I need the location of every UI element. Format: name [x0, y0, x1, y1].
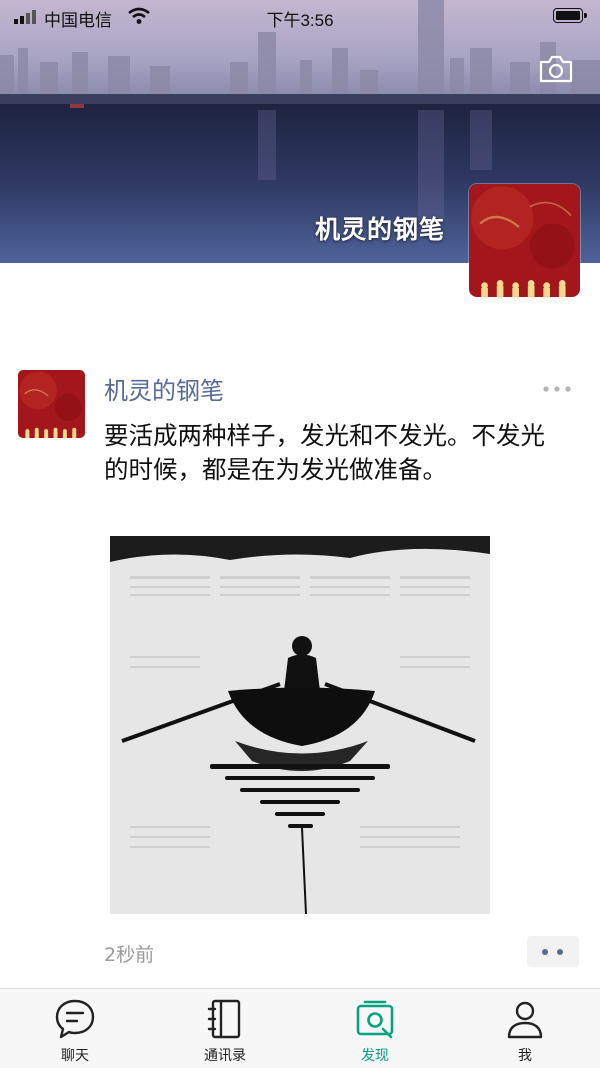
bottom-tab-bar: 聊天 通讯录 发现 我: [0, 988, 600, 1068]
profile-avatar[interactable]: [469, 184, 580, 297]
status-time: 下午3:56: [266, 11, 334, 30]
tab-contacts[interactable]: 通讯录: [150, 989, 300, 1068]
tab-chats[interactable]: 聊天: [0, 989, 150, 1068]
tab-me[interactable]: 我: [450, 989, 600, 1068]
post-text: 要活成两种样子，发光和不发光。不发光的时候，都是在为发光做准备。: [104, 421, 545, 484]
person-icon: [507, 1001, 543, 1039]
tab-label: 我: [518, 1048, 532, 1064]
like-comment-button[interactable]: [527, 936, 579, 967]
post-author-avatar[interactable]: [18, 370, 85, 438]
dot-icon: [542, 949, 548, 955]
post-timestamp: 2秒前: [104, 944, 155, 966]
discover-compass-icon: [356, 1000, 394, 1039]
more-options-icon[interactable]: [542, 385, 572, 393]
battery-icon: [553, 8, 587, 23]
chat-bubble-icon: [55, 999, 95, 1039]
dot-icon: [557, 949, 563, 955]
post-image[interactable]: [110, 536, 490, 914]
avatar-image: [18, 370, 85, 438]
tab-label: 通讯录: [204, 1048, 246, 1064]
tab-label: 发现: [361, 1048, 389, 1064]
status-bar: 中国电信 下午3:56: [0, 0, 600, 34]
tab-discover[interactable]: 发现: [300, 989, 450, 1068]
tab-label: 聊天: [61, 1048, 89, 1064]
profile-name: 机灵的钢笔: [314, 215, 445, 244]
rowing-boat-silhouette-image: [110, 536, 490, 914]
post-author-name[interactable]: 机灵的钢笔: [104, 371, 224, 406]
contacts-book-icon: [207, 999, 241, 1039]
camera-icon[interactable]: [538, 54, 574, 84]
avatar-image: [469, 184, 580, 297]
